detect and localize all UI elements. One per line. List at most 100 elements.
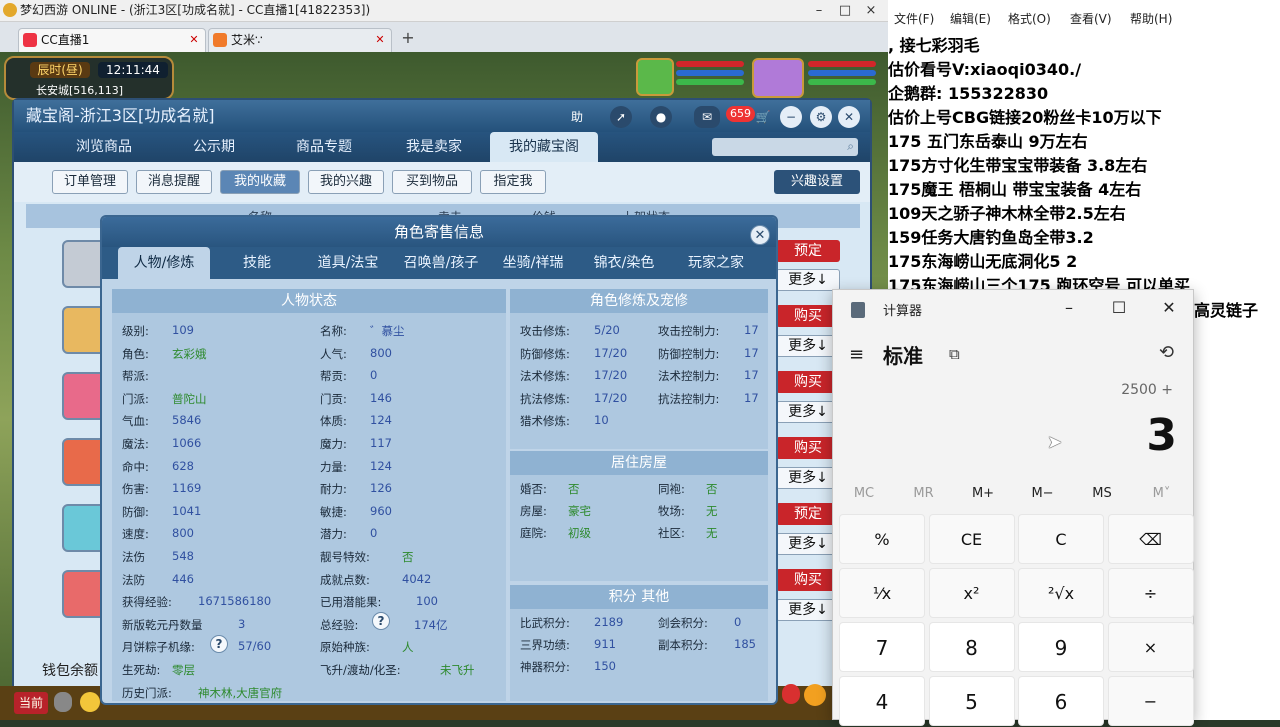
menu-file[interactable]: 文件(F) [894,10,934,27]
calc-minimize-button[interactable]: – [1049,294,1089,322]
interest-settings-button[interactable]: 兴趣设置 [774,170,860,194]
calc-key[interactable]: ¹⁄x [839,568,925,618]
menu-edit[interactable]: 编辑(E) [950,10,991,27]
more-button[interactable]: 更多↓ [776,467,840,489]
memory-button[interactable]: MC [835,486,893,501]
calc-key[interactable]: CE [928,514,1015,564]
close-tab-icon[interactable]: ✕ [187,33,201,47]
browser-tab-aimi[interactable]: 艾米∵ ✕ [208,28,392,52]
calc-key[interactable]: 4 [839,676,925,726]
search-icon[interactable]: ⌕ [847,139,854,154]
memory-button[interactable]: M− [1014,486,1072,501]
nav-tab-my-pavilion[interactable]: 我的藏宝阁 [490,132,598,162]
tab-character[interactable]: 人物/修炼 [118,247,210,279]
reserve-button[interactable]: 预定 [776,503,840,525]
nav-tab-topics[interactable]: 商品专题 [264,132,384,162]
current-channel-button[interactable]: 当前 [14,692,48,714]
more-button[interactable]: 更多↓ [776,269,840,291]
minimize-button[interactable]: – [806,2,832,20]
favorites-button[interactable]: 我的收藏 [220,170,300,194]
designated-button[interactable]: 指定我 [480,170,546,194]
emoji-icon[interactable] [80,692,100,712]
buy-button[interactable]: 购买 [776,437,840,459]
help-question-icon[interactable]: ? [372,612,390,630]
tab-home[interactable]: 玩家之家 [670,247,762,279]
nav-tab-public[interactable]: 公示期 [164,132,264,162]
calc-key[interactable]: 7 [839,622,925,672]
pet-portrait[interactable] [636,58,674,96]
calc-maximize-button[interactable]: ☐ [1099,294,1139,322]
calc-key[interactable]: 5 [928,676,1015,726]
panel-search-input[interactable]: ⌕ [712,138,858,156]
reserve-button[interactable]: 预定 [776,240,840,262]
calc-key[interactable]: − [1107,676,1194,726]
status-field-value: 1671586180 [198,594,272,609]
memory-button[interactable]: M+ [954,486,1012,501]
calc-key[interactable]: ²√x [1018,568,1104,618]
calc-key[interactable]: % [839,514,925,564]
calc-key[interactable]: x² [928,568,1015,618]
purchased-button[interactable]: 买到物品 [392,170,472,194]
memory-button[interactable]: MR [895,486,953,501]
hamburger-menu-icon[interactable]: ≡ [849,344,864,365]
points-value: 185 [734,637,756,651]
cart-icon[interactable]: 🛒 [752,106,774,128]
help-question-icon[interactable]: ? [210,635,228,653]
interests-button[interactable]: 我的兴趣 [308,170,384,194]
tab-items[interactable]: 道具/法宝 [302,247,394,279]
tab-pets[interactable]: 召唤兽/孩子 [394,247,488,279]
menu-view[interactable]: 查看(V) [1070,10,1112,27]
buy-button[interactable]: 购买 [776,569,840,591]
notification-icon[interactable] [782,684,800,704]
new-tab-button[interactable]: + [398,28,418,48]
orders-button[interactable]: 订单管理 [52,170,128,194]
close-panel-button[interactable]: ✕ [838,106,860,128]
buy-button[interactable]: 购买 [776,371,840,393]
calculator-mode: 标准 [883,344,923,368]
memory-button[interactable]: M˅ [1133,486,1191,501]
calc-key[interactable]: C [1018,514,1104,564]
more-button[interactable]: 更多↓ [776,401,840,423]
smiley-icon[interactable] [804,684,826,706]
browser-tabbar: CC直播1 ✕ 艾米∵ ✕ + [0,22,888,52]
message-icon[interactable]: ✉ [694,106,720,128]
housing-value: 初级 [568,526,591,540]
housing-value: 无 [706,526,718,540]
tab-costumes[interactable]: 锦衣/染色 [578,247,670,279]
record-icon[interactable]: ● [650,106,672,128]
calc-key[interactable]: ÷ [1107,568,1194,618]
more-button[interactable]: 更多↓ [776,335,840,357]
nav-tab-seller[interactable]: 我是卖家 [384,132,484,162]
more-button[interactable]: 更多↓ [776,533,840,555]
player-portrait[interactable] [752,58,804,98]
keep-on-top-icon[interactable]: ⧉ [949,345,960,363]
tab-mounts[interactable]: 坐骑/祥瑞 [488,247,578,279]
memory-button[interactable]: MS [1073,486,1131,501]
menu-format[interactable]: 格式(O) [1008,10,1051,27]
nav-tab-browse[interactable]: 浏览商品 [44,132,164,162]
tab-skills[interactable]: 技能 [212,247,302,279]
close-button[interactable]: × [858,2,884,20]
calc-key[interactable]: ⌫ [1107,514,1194,564]
status-field-value: 100 [416,594,438,609]
share-icon[interactable]: ➚ [610,106,632,128]
history-icon[interactable]: ⟲ [1159,342,1174,363]
microphone-icon[interactable] [54,692,72,712]
calc-key[interactable]: 8 [928,622,1015,672]
menu-help[interactable]: 帮助(H) [1130,10,1172,27]
settings-gear-icon[interactable]: ⚙ [810,106,832,128]
close-tab-icon[interactable]: ✕ [373,33,387,47]
notifications-button[interactable]: 消息提醒 [136,170,212,194]
more-button[interactable]: 更多↓ [776,599,840,621]
buy-button[interactable]: 购买 [776,305,840,327]
calc-key[interactable]: 9 [1018,622,1104,672]
maximize-button[interactable]: □ [832,2,858,20]
browser-tab-cc[interactable]: CC直播1 ✕ [18,28,206,52]
calc-close-button[interactable]: ✕ [1149,294,1189,322]
dialog-close-button[interactable]: ✕ [750,225,770,245]
help-button[interactable]: 助 [566,106,588,128]
minimize-panel-button[interactable]: − [780,106,802,128]
calc-key[interactable]: 6 [1018,676,1104,726]
status-field-value: 否 [402,550,414,564]
calc-key[interactable]: × [1107,622,1194,672]
